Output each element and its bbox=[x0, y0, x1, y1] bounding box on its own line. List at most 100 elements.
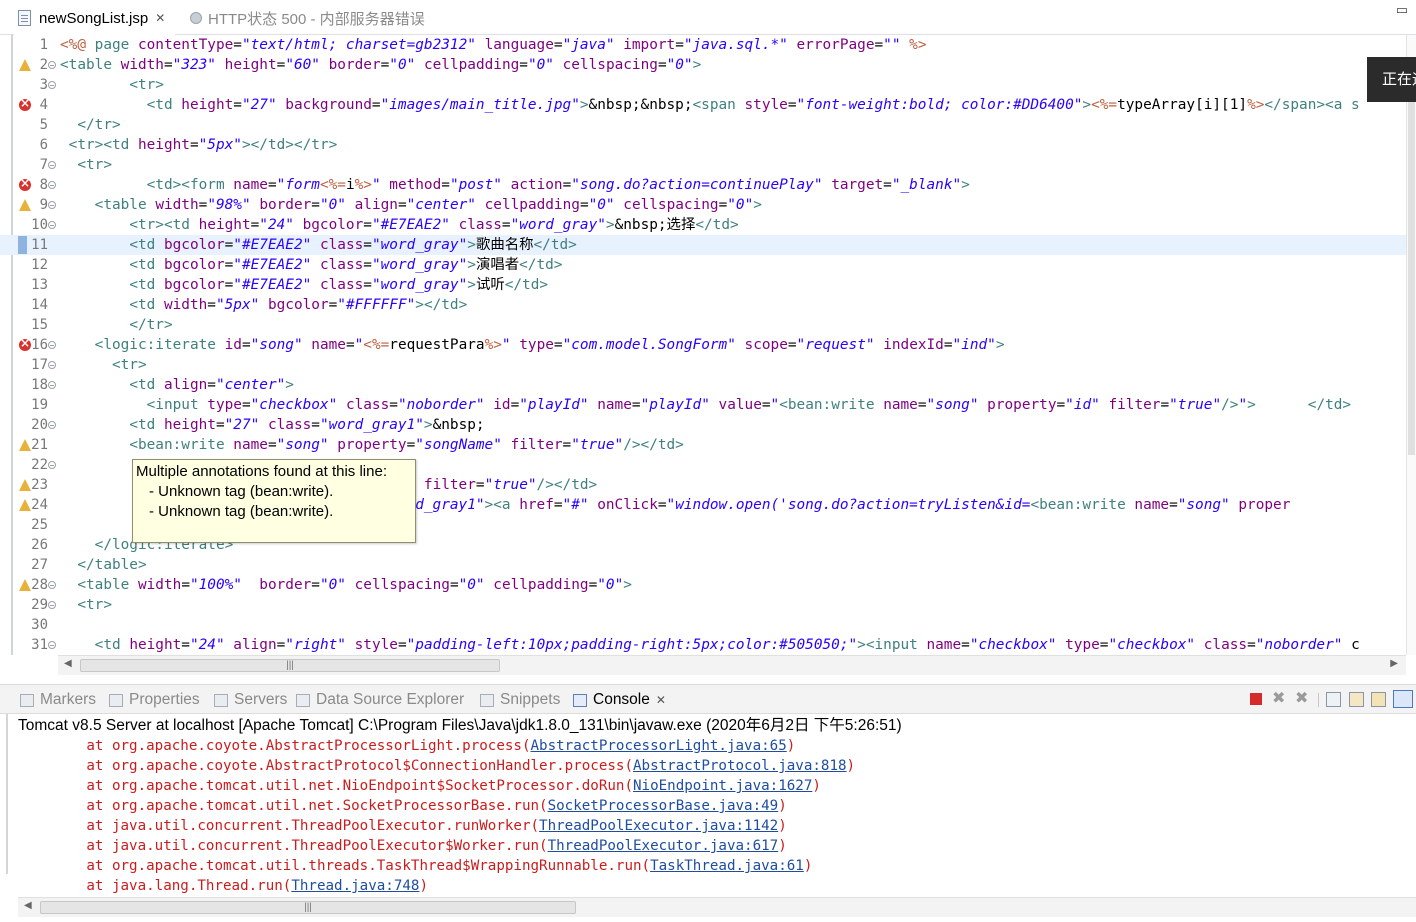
fold-toggle-icon[interactable] bbox=[48, 221, 56, 229]
scroll-right-icon[interactable]: ▶ bbox=[1390, 658, 1398, 669]
scrollbar-thumb[interactable]: ||| bbox=[40, 901, 576, 914]
scroll-left-icon[interactable]: ◀ bbox=[64, 658, 72, 669]
line-number: 5 bbox=[39, 117, 48, 133]
tab-label: Console bbox=[593, 691, 650, 708]
code-line[interactable]: 17 <tr> bbox=[0, 355, 1406, 375]
fold-toggle-icon[interactable] bbox=[48, 161, 56, 169]
fold-toggle-icon[interactable] bbox=[48, 381, 56, 389]
code-token: = bbox=[1169, 497, 1178, 513]
code-line[interactable]: 29 <tr> bbox=[0, 595, 1406, 615]
scroll-left-icon[interactable]: ◀ bbox=[24, 900, 32, 911]
source-link[interactable]: TaskThread.java:61 bbox=[650, 858, 804, 874]
stack-frame-text: at org.apache.coyote.AbstractProcessorLi… bbox=[18, 738, 531, 754]
source-link[interactable]: ThreadPoolExecutor.java:1142 bbox=[539, 818, 778, 834]
terminate-icon[interactable] bbox=[1250, 693, 1262, 705]
code-line[interactable]: 20 <td height="27" class="word_gray1">&n… bbox=[0, 415, 1406, 435]
scrollbar-thumb[interactable]: ||| bbox=[80, 659, 500, 672]
editor-horizontal-scrollbar[interactable]: ◀ ||| ▶ bbox=[58, 655, 1406, 675]
fold-toggle-icon[interactable] bbox=[48, 81, 56, 89]
fold-toggle-icon[interactable] bbox=[48, 361, 56, 369]
code-line[interactable]: 3 <tr> bbox=[0, 75, 1406, 95]
fold-toggle-icon[interactable] bbox=[48, 461, 56, 469]
code-line[interactable]: 8 <td><form name="form<%=i%>" method="po… bbox=[0, 175, 1406, 195]
source-link[interactable]: AbstractProtocol.java:818 bbox=[633, 758, 847, 774]
code-line[interactable]: 2 <table width="323" height="60" border="… bbox=[0, 55, 1406, 75]
code-line[interactable]: 10 <tr><td height="24" bgcolor="#E7EAE2"… bbox=[0, 215, 1406, 235]
tab-console[interactable]: Console ✕ bbox=[573, 690, 666, 710]
tab-properties[interactable]: Properties bbox=[109, 690, 200, 710]
code-line[interactable]: 31 <td height="24" align="right" style="… bbox=[0, 635, 1406, 655]
remove-all-launches-icon[interactable]: ✖ bbox=[1295, 691, 1310, 707]
code-token: border bbox=[259, 197, 312, 213]
source-link[interactable]: AbstractProcessorLight.java:65 bbox=[531, 738, 787, 754]
console-horizontal-scrollbar[interactable]: ◀ ||| bbox=[18, 897, 1416, 917]
code-line[interactable]: 14 <td width="5px" bgcolor="#FFFFFF"></t… bbox=[0, 295, 1406, 315]
code-token: "0" bbox=[588, 197, 615, 213]
remove-launch-icon[interactable]: ✖ bbox=[1272, 691, 1287, 707]
code-line[interactable]: 18 <td align="center"> bbox=[0, 375, 1406, 395]
editor-tab-newsonglist[interactable]: newSongList.jsp ✕ bbox=[13, 6, 176, 36]
code-token: "60" bbox=[285, 57, 320, 73]
word-wrap-icon[interactable] bbox=[1371, 692, 1386, 707]
code-token: c bbox=[1342, 637, 1360, 653]
code-line[interactable]: 9 <table width="98%" border="0" align="c… bbox=[0, 195, 1406, 215]
code-text: <tr> bbox=[60, 75, 164, 95]
tab-snippets[interactable]: Snippets bbox=[480, 690, 560, 710]
fold-toggle-icon[interactable] bbox=[48, 581, 56, 589]
code-line[interactable]: 1 <%@ page contentType="text/html; charse… bbox=[0, 35, 1406, 55]
code-line[interactable]: 6 <tr><td height="5px"></td></tr> bbox=[0, 135, 1406, 155]
fold-toggle-icon[interactable] bbox=[48, 341, 56, 349]
scrollbar-thumb[interactable] bbox=[1408, 75, 1415, 455]
code-token: class bbox=[267, 417, 312, 433]
tab-servers[interactable]: Servers bbox=[214, 690, 287, 710]
source-link[interactable]: NioEndpoint.java:1627 bbox=[633, 778, 812, 794]
code-token: filter bbox=[510, 437, 563, 453]
code-line[interactable]: 12 <td bgcolor="#E7EAE2" class="word_gra… bbox=[0, 255, 1406, 275]
code-line[interactable]: 13 <td bgcolor="#E7EAE2" class="word_gra… bbox=[0, 275, 1406, 295]
fold-toggle-icon[interactable] bbox=[48, 421, 56, 429]
code-line[interactable]: 4 <td height="27" background="images/mai… bbox=[0, 95, 1406, 115]
fold-toggle-icon[interactable] bbox=[48, 201, 56, 209]
close-tab-icon[interactable]: ✕ bbox=[656, 693, 666, 707]
editor-tab-http-error[interactable]: HTTP状态 500 - 内部服务器错误 bbox=[190, 6, 425, 30]
tab-markers[interactable]: Markers bbox=[20, 690, 96, 710]
console-output[interactable]: Tomcat v8.5 Server at localhost [Apache … bbox=[0, 714, 1416, 897]
minimize-editor-icon[interactable]: ▭ bbox=[1396, 2, 1408, 18]
code-editor[interactable]: 1 <%@ page contentType="text/html; charse… bbox=[0, 35, 1406, 655]
scroll-lock-icon[interactable] bbox=[1349, 692, 1364, 707]
fold-toggle-icon[interactable] bbox=[48, 61, 56, 69]
source-link[interactable]: Thread.java:748 bbox=[291, 878, 419, 894]
code-text: <%@ page contentType="text/html; charset… bbox=[60, 35, 927, 55]
code-token: "98%" bbox=[207, 197, 251, 213]
code-line[interactable]: 15 </tr> bbox=[0, 315, 1406, 335]
tab-data-source-explorer[interactable]: Data Source Explorer bbox=[296, 690, 464, 710]
code-token: = bbox=[181, 577, 190, 593]
source-link[interactable]: ThreadPoolExecutor.java:617 bbox=[548, 838, 779, 854]
fold-toggle-icon[interactable] bbox=[48, 601, 56, 609]
fold-toggle-icon[interactable] bbox=[48, 641, 56, 649]
source-link[interactable]: SocketProcessorBase.java:49 bbox=[548, 798, 779, 814]
code-line[interactable]: 28 <table width="100%" border="0" cellsp… bbox=[0, 575, 1406, 595]
clear-console-icon[interactable] bbox=[1326, 692, 1341, 707]
code-line[interactable]: 30 bbox=[0, 615, 1406, 635]
code-line[interactable]: 27 </table> bbox=[0, 555, 1406, 575]
code-line[interactable]: 5 </tr> bbox=[0, 115, 1406, 135]
code-line[interactable]: 7 <tr> bbox=[0, 155, 1406, 175]
fold-toggle-icon[interactable] bbox=[48, 181, 56, 189]
display-console-icon[interactable] bbox=[1393, 690, 1413, 708]
code-line[interactable]: 11 <td bgcolor="#E7EAE2" class="word_gra… bbox=[0, 235, 1406, 255]
editor-vertical-scrollbar[interactable] bbox=[1406, 35, 1416, 655]
code-line[interactable]: 21 <bean:write name="song" property="son… bbox=[0, 435, 1406, 455]
code-token: border bbox=[259, 577, 312, 593]
code-token: <bean:write bbox=[129, 437, 234, 453]
code-line[interactable]: 16 <logic:iterate id="song" name="<%=req… bbox=[0, 335, 1406, 355]
code-line[interactable]: 19 <input type="checkbox" class="noborde… bbox=[0, 395, 1406, 415]
close-tab-icon[interactable]: ✕ bbox=[155, 11, 165, 25]
